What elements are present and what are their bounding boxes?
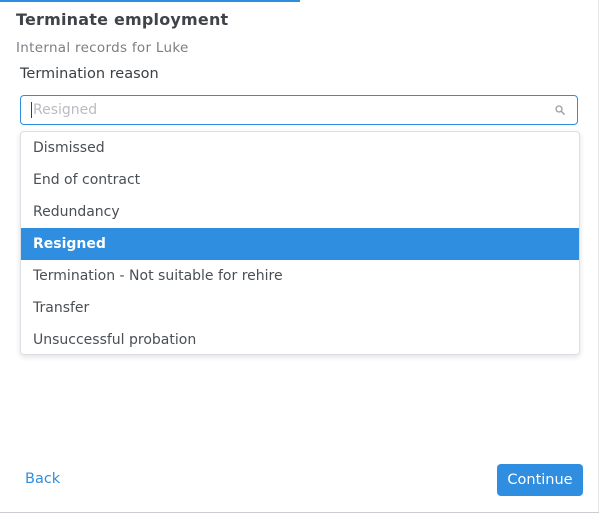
- top-accent-bar: [0, 0, 300, 2]
- search-icon: [555, 105, 565, 115]
- modal-subtitle: Internal records for Luke: [16, 40, 189, 56]
- option-resigned[interactable]: Resigned: [21, 228, 579, 260]
- termination-reason-select[interactable]: [20, 95, 578, 125]
- option-transfer[interactable]: Transfer: [21, 292, 579, 324]
- termination-reason-label: Termination reason: [20, 66, 159, 82]
- continue-button[interactable]: Continue: [497, 464, 583, 496]
- option-end-of-contract[interactable]: End of contract: [21, 164, 579, 196]
- modal-title: Terminate employment: [16, 10, 229, 29]
- option-redundancy[interactable]: Redundancy: [21, 196, 579, 228]
- option-dismissed[interactable]: Dismissed: [21, 132, 579, 164]
- option-termination-not-suitable-for-rehire[interactable]: Termination - Not suitable for rehire: [21, 260, 579, 292]
- option-unsuccessful-probation[interactable]: Unsuccessful probation: [21, 324, 579, 354]
- back-button[interactable]: Back: [25, 471, 60, 487]
- termination-reason-options: Dismissed End of contract Redundancy Res…: [20, 131, 580, 355]
- termination-reason-search-input[interactable]: [31, 102, 531, 118]
